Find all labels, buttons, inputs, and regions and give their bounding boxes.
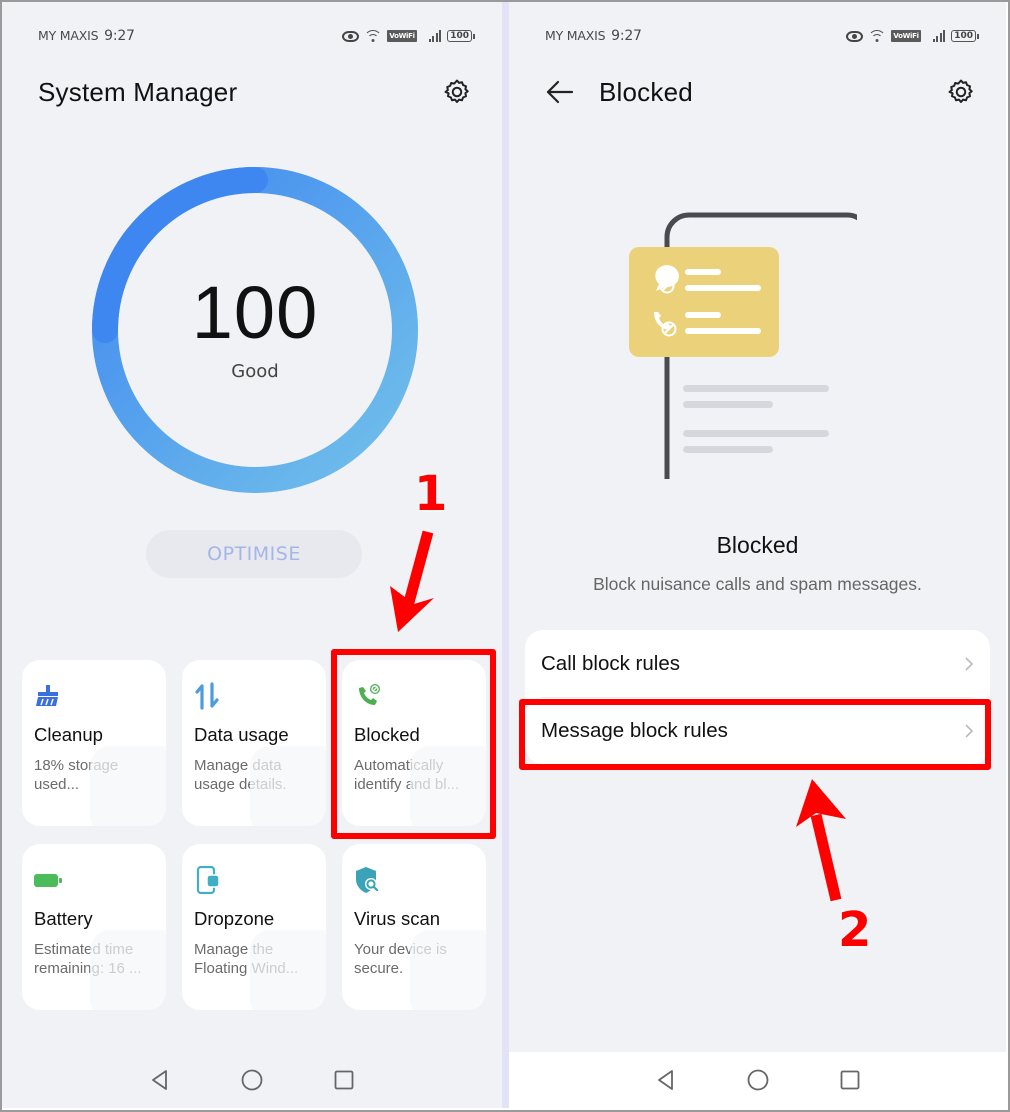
carrier-label: MY MAXIS xyxy=(38,28,99,43)
annotation-step-2: 2 xyxy=(838,902,872,958)
card-watermark xyxy=(90,930,166,1010)
broom-icon xyxy=(36,685,58,706)
card-title: Dropzone xyxy=(194,908,275,929)
annotation-arrow-2 xyxy=(796,779,846,902)
dropzone-card[interactable]: Dropzone Manage the Floating Wind... xyxy=(182,844,326,1010)
card-title: Battery xyxy=(34,908,93,929)
eye-comfort-icon xyxy=(846,30,864,42)
gear-icon[interactable] xyxy=(442,77,472,107)
carrier-time: MY MAXIS 9:27 xyxy=(545,28,642,44)
signal-icon xyxy=(428,30,442,42)
navigation-bar xyxy=(509,1052,1006,1108)
card-watermark xyxy=(410,930,486,1010)
cleanup-card[interactable]: Cleanup 18% storage used... xyxy=(22,660,166,826)
wifi-icon xyxy=(365,30,382,42)
app-header: System Manager xyxy=(38,72,472,112)
eye-comfort-icon xyxy=(342,30,360,42)
vowifi-badge: VoWiFi xyxy=(891,30,921,42)
arrow-left-icon[interactable] xyxy=(545,77,575,107)
shield-scan-icon xyxy=(356,867,379,893)
status-bar: MY MAXIS 9:27 VoWiFi 100 xyxy=(545,26,979,46)
back-icon[interactable] xyxy=(149,1069,171,1091)
annotation-highlight-blocked-card xyxy=(331,649,496,839)
vowifi-badge: VoWiFi xyxy=(387,30,417,42)
virus-scan-card[interactable]: Virus scan Your device is secure. xyxy=(342,844,486,1010)
card-title: Virus scan xyxy=(354,908,441,929)
optimise-button[interactable]: OPTIMISE xyxy=(146,530,362,578)
battery-card[interactable]: Battery Estimated time remaining: 16 ... xyxy=(22,844,166,1010)
carrier-time: MY MAXIS 9:27 xyxy=(38,28,135,44)
annotation-step-1: 1 xyxy=(414,466,448,522)
page-title: System Manager xyxy=(38,76,238,107)
health-score-status: Good xyxy=(231,361,279,382)
health-score-value: 100 xyxy=(191,271,319,354)
battery-icon xyxy=(34,874,62,887)
chevron-right-icon xyxy=(965,656,974,671)
blocked-screen: MY MAXIS 9:27 VoWiFi 100 Blocked Blocked… xyxy=(509,2,1006,1108)
battery-icon: 100 xyxy=(951,30,979,42)
annotation-arrow-1 xyxy=(390,530,434,632)
signal-icon xyxy=(932,30,946,42)
call-block-rules-item[interactable]: Call block rules xyxy=(525,630,990,697)
card-title: Data usage xyxy=(194,724,289,745)
annotation-highlight-message-block-rules xyxy=(519,699,991,770)
section-subtitle: Block nuisance calls and spam messages. xyxy=(593,574,922,594)
home-icon[interactable] xyxy=(747,1069,769,1091)
clock: 9:27 xyxy=(104,28,135,44)
screen-divider xyxy=(502,2,509,1108)
recents-icon[interactable] xyxy=(333,1069,355,1091)
status-icons: VoWiFi 100 xyxy=(342,30,475,42)
health-score-ring: 100 Good xyxy=(90,165,420,495)
status-icons: VoWiFi 100 xyxy=(846,30,979,42)
data-transfer-arrows-icon xyxy=(195,682,219,710)
battery-icon: 100 xyxy=(447,30,475,42)
card-title: Cleanup xyxy=(34,724,103,745)
home-icon[interactable] xyxy=(241,1069,263,1091)
data-usage-card[interactable]: Data usage Manage data usage details. xyxy=(182,660,326,826)
navigation-bar xyxy=(2,1052,502,1108)
blocked-illustration xyxy=(629,212,857,479)
wifi-icon xyxy=(869,30,886,42)
carrier-label: MY MAXIS xyxy=(545,28,606,43)
card-watermark xyxy=(90,746,166,826)
floating-window-icon xyxy=(196,866,220,894)
page-title: Blocked xyxy=(599,76,693,107)
card-watermark xyxy=(250,930,326,1010)
back-icon[interactable] xyxy=(655,1069,677,1091)
list-item-label: Call block rules xyxy=(541,651,680,675)
blocked-notification-card xyxy=(629,247,779,357)
status-bar: MY MAXIS 9:27 VoWiFi 100 xyxy=(38,26,475,46)
section-title: Blocked xyxy=(716,532,799,558)
gear-icon[interactable] xyxy=(946,77,976,107)
recents-icon[interactable] xyxy=(839,1069,861,1091)
card-watermark xyxy=(250,746,326,826)
clock: 9:27 xyxy=(611,28,642,44)
app-header: Blocked xyxy=(545,72,976,112)
